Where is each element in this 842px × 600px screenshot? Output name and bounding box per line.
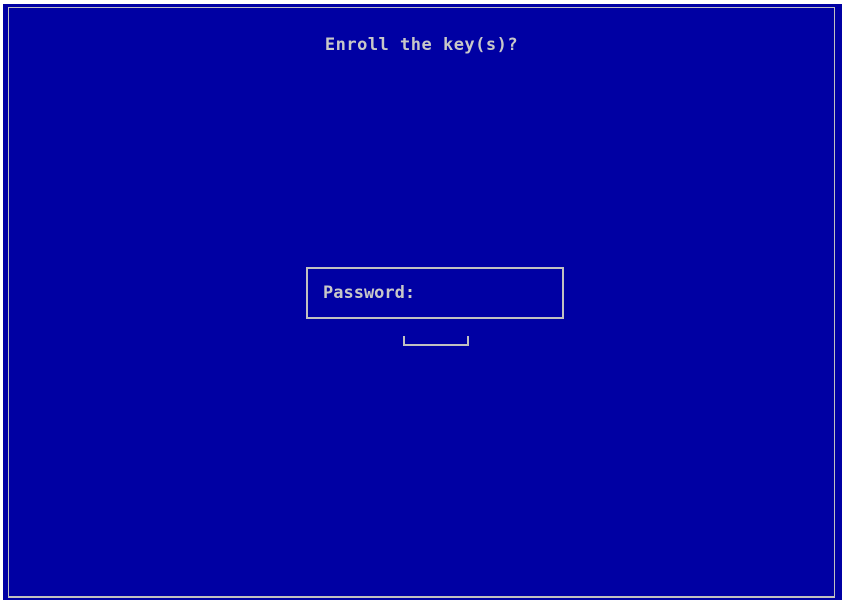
password-label: Password:: [323, 283, 416, 303]
password-dialog: Password:: [306, 267, 564, 319]
prompt-title: Enroll the key(s)?: [324, 35, 519, 55]
mok-manager-screen: Enroll the key(s)? Password:: [3, 4, 842, 600]
